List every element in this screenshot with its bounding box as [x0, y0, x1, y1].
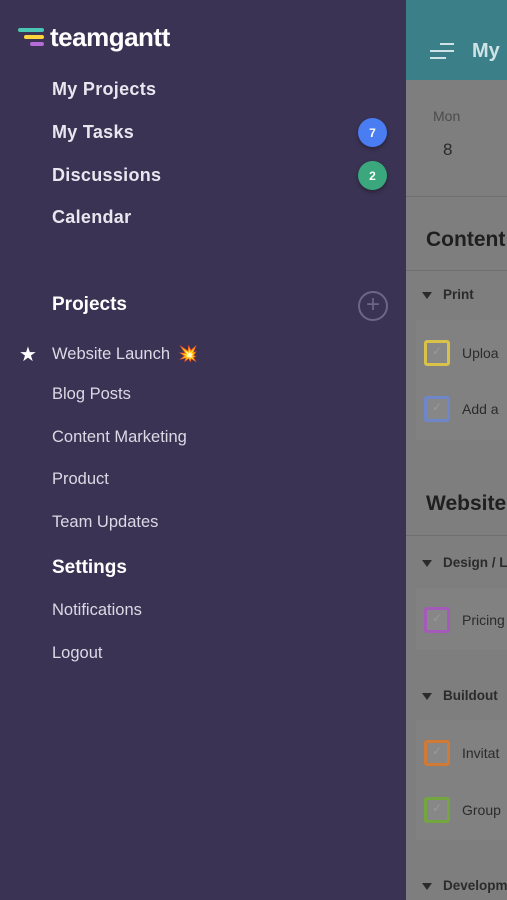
nav-drawer: teamgantt My Projects My Tasks 7 Discuss… [0, 0, 406, 900]
task-checkbox[interactable] [424, 396, 450, 422]
project-item-product[interactable]: Product [52, 470, 109, 489]
task-row[interactable]: Group [424, 795, 501, 825]
task-row[interactable]: Invitat [424, 738, 499, 768]
collapse-triangle-icon [422, 291, 432, 299]
brand-logo[interactable]: teamgantt [18, 22, 170, 52]
project-item-team-updates[interactable]: Team Updates [52, 513, 158, 532]
app-header: My [406, 0, 507, 80]
settings-heading: Settings [52, 557, 127, 578]
task-checkbox[interactable] [424, 797, 450, 823]
add-project-icon[interactable]: + [358, 291, 388, 321]
nav-item-my-tasks[interactable]: My Tasks [52, 122, 134, 143]
settings-item-notifications[interactable]: Notifications [52, 601, 142, 620]
task-label: Group [462, 802, 501, 818]
task-label: Pricing [462, 612, 505, 628]
task-label: Invitat [462, 745, 500, 761]
task-label: Uploa [462, 345, 499, 361]
task-label: Add a [462, 401, 499, 417]
project-item-content-marketing[interactable]: Content Marketing [52, 428, 187, 447]
task-checkbox[interactable] [424, 740, 450, 766]
discussions-count-badge: 2 [358, 161, 387, 190]
my-tasks-count-badge: 7 [358, 118, 387, 147]
collapse-triangle-icon [422, 882, 432, 890]
menu-icon[interactable] [430, 43, 454, 64]
group-row[interactable]: Print [422, 287, 474, 302]
nav-item-calendar[interactable]: Calendar [52, 207, 131, 228]
day-label: Mon [433, 108, 461, 124]
group-label: Buildout [443, 688, 498, 703]
project-label: Website Launch [52, 345, 171, 363]
collision-emoji-icon: 💥 [178, 346, 198, 363]
project-heading: Content [426, 228, 506, 251]
group-row[interactable]: Design / L [422, 555, 507, 570]
group-label: Design / L [443, 555, 507, 570]
task-checkbox[interactable] [424, 340, 450, 366]
background-app: My Mon 8 Content Print Uploa Add a Websi… [406, 0, 507, 900]
nav-item-my-projects[interactable]: My Projects [52, 79, 156, 100]
group-row[interactable]: Buildout [422, 688, 498, 703]
app-header-title: My [472, 40, 500, 62]
project-item-website-launch[interactable]: Website Launch 💥 [52, 344, 198, 364]
brand-name: teamgantt [50, 21, 170, 52]
divider [406, 535, 507, 536]
divider [406, 196, 507, 197]
divider [406, 270, 507, 271]
task-checkbox[interactable] [424, 607, 450, 633]
projects-heading: Projects [52, 294, 127, 315]
task-row[interactable]: Uploa [424, 338, 499, 368]
project-heading: Website [426, 492, 507, 515]
date-label: 8 [443, 140, 453, 159]
group-label: Developm [443, 878, 507, 893]
collapse-triangle-icon [422, 559, 432, 567]
logo-mark-icon [18, 25, 48, 49]
group-label: Print [443, 287, 474, 302]
task-row[interactable]: Pricing [424, 605, 505, 635]
collapse-triangle-icon [422, 692, 432, 700]
project-item-blog-posts[interactable]: Blog Posts [52, 385, 131, 404]
group-row[interactable]: Developm [422, 878, 507, 893]
star-icon[interactable]: ★ [19, 342, 37, 367]
settings-item-logout[interactable]: Logout [52, 644, 102, 663]
nav-item-discussions[interactable]: Discussions [52, 165, 161, 186]
task-row[interactable]: Add a [424, 394, 499, 424]
